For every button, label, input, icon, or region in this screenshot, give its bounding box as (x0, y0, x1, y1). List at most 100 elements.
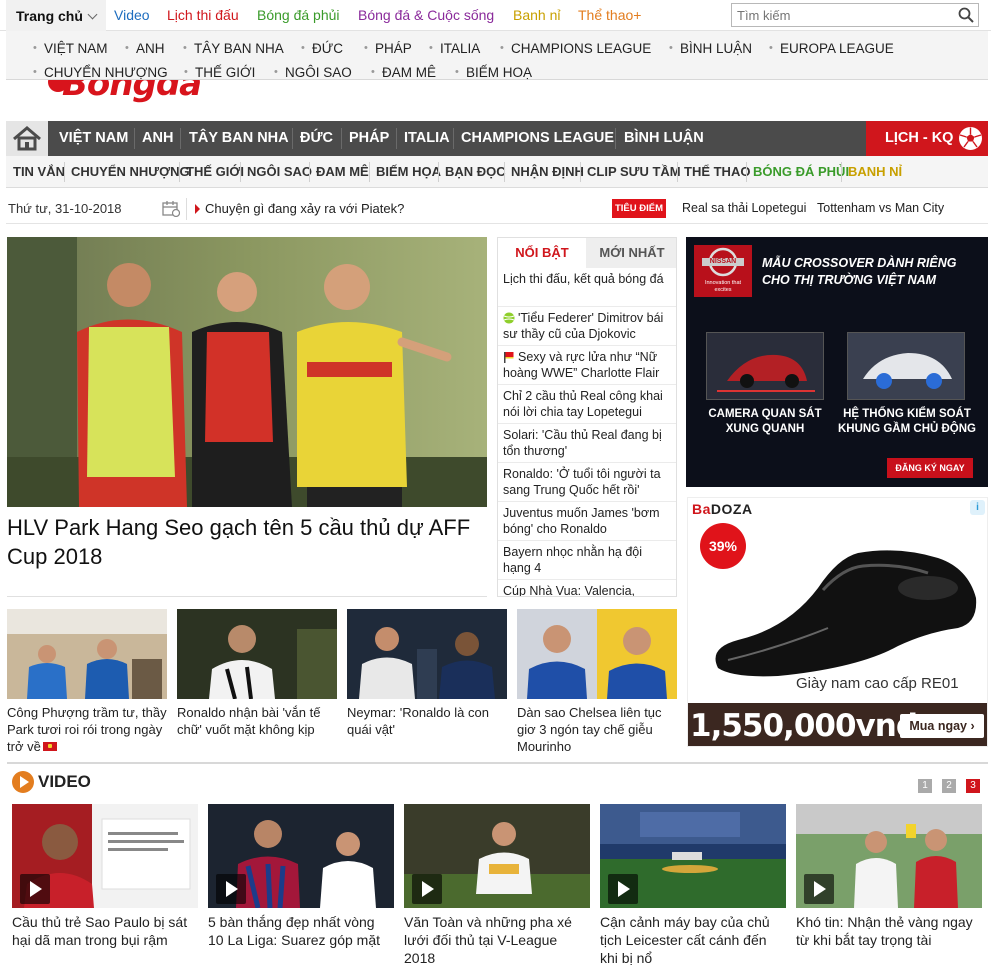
focus-topic-2[interactable]: Tottenham vs Man City (817, 201, 944, 215)
news-card[interactable]: Công Phượng trầm tư, thầy Park tươi roi … (7, 609, 167, 755)
search-box (731, 3, 979, 27)
nav-item-spain[interactable]: TÂY BAN NHA (189, 130, 289, 146)
video-thumbnail (12, 804, 198, 908)
nissan-register-button[interactable]: ĐĂNG KÝ NGAY (887, 458, 973, 478)
dropdown-item-spain[interactable]: TÂY BAN NHA (183, 41, 284, 56)
news-card[interactable]: Ronaldo nhận bài 'vắn tế chữ' vuốt mặt k… (177, 609, 337, 738)
news-card[interactable]: Neymar: 'Ronaldo là con quái vật' (347, 609, 507, 738)
nav-item-germany[interactable]: ĐỨC (300, 130, 333, 146)
video-card[interactable]: 5 bàn thắng đẹp nhất vòng 10 La Liga: Su… (208, 804, 394, 949)
top-link-banh-ni[interactable]: Banh nỉ (513, 7, 560, 23)
nav-item-france[interactable]: PHÁP (349, 130, 389, 146)
video-thumbnail (600, 804, 786, 908)
top-link-sports-plus[interactable]: Thể thao+ (578, 7, 641, 23)
list-item[interactable]: Juventus muốn James 'bơm bóng' cho Ronal… (498, 502, 676, 541)
video-page-1[interactable]: 1 (918, 779, 932, 793)
subnav-item-sports[interactable]: THỂ THAO (684, 164, 750, 179)
ad-choices-icon[interactable]: i (970, 500, 985, 515)
nav-item-vietnam[interactable]: VIỆT NAM (59, 130, 128, 146)
play-icon[interactable] (804, 874, 834, 904)
list-item[interactable]: Sexy và rực lửa như “Nữ hoàng WWE” Charl… (498, 346, 676, 385)
dropdown-item-world[interactable]: THẾ GIỚI (184, 65, 255, 80)
tab-latest[interactable]: MỚI NHẤT (586, 238, 676, 268)
video-caption: Khó tin: Nhận thẻ vàng ngay từ khi bắt t… (796, 914, 973, 948)
dropdown-item-passion[interactable]: ĐAM MÊ (371, 65, 436, 80)
hero-headline[interactable]: HLV Park Hang Seo gạch tên 5 cầu thủ dự … (7, 513, 487, 571)
top-link-football-life[interactable]: Bóng đá & Cuộc sống (358, 7, 494, 23)
nissan-brand: NISSAN (709, 258, 737, 265)
nav-item-italy[interactable]: ITALIA (404, 130, 450, 146)
search-input[interactable] (732, 4, 947, 26)
subnav-item-predictions[interactable]: NHẬN ĐỊNH (511, 164, 584, 179)
list-item[interactable]: Cúp Nhà Vua: Valencia, Atletico thắng ch… (498, 580, 676, 596)
nav-item-commentary[interactable]: BÌNH LUẬN (624, 130, 704, 146)
play-icon[interactable] (216, 874, 246, 904)
hero-image[interactable] (7, 237, 487, 507)
list-item[interactable]: Ronaldo: 'Ở tuổi tôi người ta sang Trung… (498, 463, 676, 502)
dropdown-item-europa-league[interactable]: EUROPA LEAGUE (769, 41, 894, 56)
video-card[interactable]: Cầu thủ trẻ Sao Paulo bị sát hại dã man … (12, 804, 198, 949)
play-icon[interactable] (20, 874, 50, 904)
site-logo[interactable]: Bongda (44, 78, 220, 104)
play-icon[interactable] (412, 874, 442, 904)
list-item[interactable]: 'Tiểu Federer' Dimitrov bái sư thầy cũ c… (498, 307, 676, 346)
nissan-logo: NISSAN Innovation that excites (694, 245, 752, 297)
calendar-icon[interactable] (162, 200, 180, 217)
home-button[interactable] (6, 121, 48, 156)
dropdown-item-champions-league[interactable]: CHAMPIONS LEAGUE (500, 41, 651, 56)
search-icon[interactable] (958, 7, 974, 23)
news-card[interactable]: Dàn sao Chelsea liên tục giơ 3 ngón tay … (517, 609, 677, 755)
subnav-item-transfers[interactable]: CHUYỂN NHƯỢNG (71, 164, 190, 179)
dropdown-item-vietnam[interactable]: VIỆT NAM (33, 41, 107, 56)
list-item-text: Juventus muốn James 'bơm bóng' cho Ronal… (503, 506, 660, 536)
top-link-schedule[interactable]: Lịch thi đấu (167, 7, 239, 23)
subnav-item-clips[interactable]: CLIP SƯU TẦM (587, 164, 681, 179)
dropdown-item-france[interactable]: PHÁP (364, 41, 412, 56)
home-icon (13, 126, 41, 151)
subnav-item-amateur-football[interactable]: BÓNG ĐÁ PHỦI (753, 164, 849, 179)
video-card[interactable]: Khó tin: Nhận thẻ vàng ngay từ khi bắt t… (796, 804, 982, 949)
video-card[interactable]: Cận cảnh máy bay của chủ tịch Leicester … (600, 804, 786, 965)
subnav-item-briefs[interactable]: TIN VẮN (13, 164, 65, 179)
dropdown-item-commentary[interactable]: BÌNH LUẬN (669, 41, 752, 56)
video-page-2[interactable]: 2 (942, 779, 956, 793)
list-item[interactable]: Chỉ 2 cầu thủ Real công khai nói lời chi… (498, 385, 676, 424)
list-item-text: Chỉ 2 cầu thủ Real công khai nói lời chi… (503, 389, 663, 419)
subnav-item-banh-ni[interactable]: BANH NỈ (848, 164, 902, 179)
video-card[interactable]: Văn Toàn và những pha xé lưới đối thủ tạ… (404, 804, 590, 965)
list-item-text: Ronaldo: 'Ở tuổi tôi người ta sang Trung… (503, 467, 661, 497)
schedule-results-button[interactable]: LỊCH - KQ (866, 121, 988, 156)
sub-nav: TIN VẮN CHUYỂN NHƯỢNG THẾ GIỚI NGÔI SAO … (6, 156, 988, 188)
subnav-item-stars[interactable]: NGÔI SAO (247, 164, 312, 179)
dropdown-item-cartoons[interactable]: BIẾM HOẠ (455, 65, 532, 80)
subnav-item-world[interactable]: THẾ GIỚI (186, 164, 244, 179)
home-menu-button[interactable]: Trang chủ (6, 0, 106, 31)
tab-featured[interactable]: NỔI BẬT (498, 238, 586, 268)
top-link-video[interactable]: Video (114, 7, 150, 23)
top-link-amateur-football[interactable]: Bóng đá phủi (257, 7, 340, 23)
dropdown-item-stars[interactable]: NGÔI SAO (274, 65, 352, 80)
list-item-text: Lịch thi đấu, kết quả bóng đá (503, 272, 664, 286)
focus-topic-1[interactable]: Real sa thải Lopetegui (682, 201, 806, 215)
nav-item-champions-league[interactable]: CHAMPIONS LEAGUE (461, 130, 614, 146)
shoe-ad-banner[interactable]: BaDOZA i 39% Giày nam cao cấp RE01 1,550… (687, 497, 988, 747)
dropdown-item-england[interactable]: ANH (125, 41, 164, 56)
subnav-item-cartoons[interactable]: BIẾM HỌA (376, 164, 441, 179)
main-nav: VIỆT NAM ANH TÂY BAN NHA ĐỨC PHÁP ITALIA… (6, 121, 988, 156)
video-caption: Cận cảnh máy bay của chủ tịch Leicester … (600, 914, 770, 965)
subnav-item-readers[interactable]: BẠN ĐỌC (445, 164, 506, 179)
nissan-ad-banner[interactable]: NISSAN Innovation that excites MẪU CROSS… (686, 237, 988, 487)
list-item[interactable]: Lịch thi đấu, kết quả bóng đá (498, 268, 676, 307)
dropdown-item-transfers[interactable]: CHUYỂN NHƯỢNG (33, 65, 168, 80)
play-icon[interactable] (608, 874, 638, 904)
list-item[interactable]: Bayern nhọc nhằn hạ đội hạng 4 (498, 541, 676, 580)
ticker-headline[interactable]: Chuyện gì đang xảy ra với Piatek? (205, 201, 404, 216)
nav-item-england[interactable]: ANH (142, 130, 173, 146)
subnav-item-passion[interactable]: ĐAM MÊ (316, 164, 369, 179)
video-page-3[interactable]: 3 (966, 779, 980, 793)
chevron-down-icon (87, 9, 98, 20)
buy-now-button[interactable]: Mua ngay › (900, 714, 984, 738)
list-item[interactable]: Solari: 'Cầu thủ Real đang bị tổn thương… (498, 424, 676, 463)
dropdown-item-germany[interactable]: ĐỨC (301, 41, 343, 56)
dropdown-item-italy[interactable]: ITALIA (429, 41, 480, 56)
